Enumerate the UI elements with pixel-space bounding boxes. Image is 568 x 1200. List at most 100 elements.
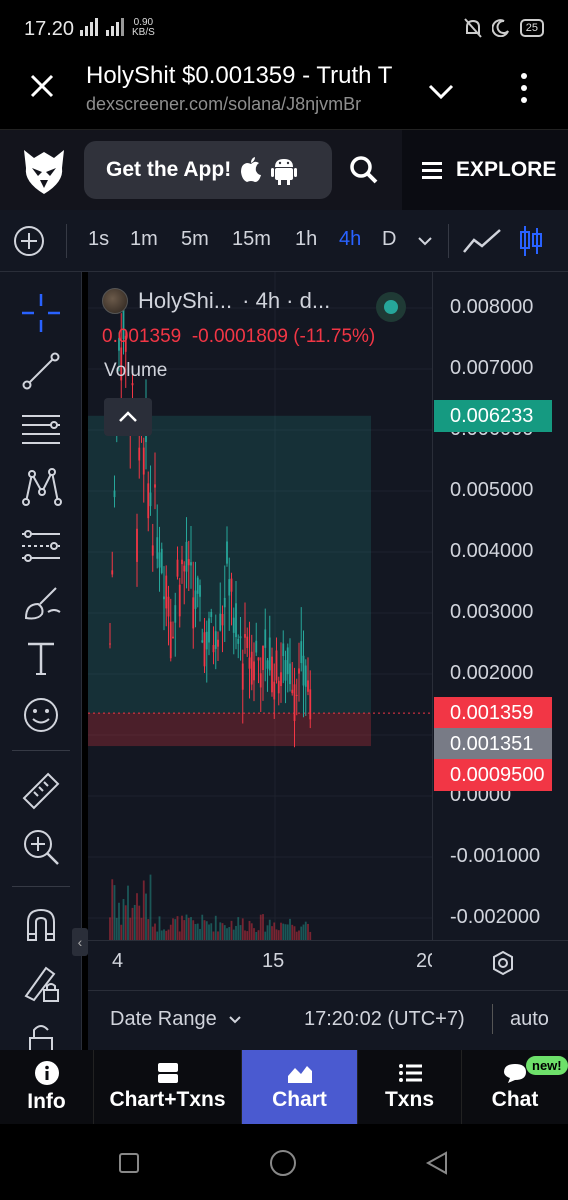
volume-bar [221,923,224,940]
forecast-icon[interactable] [20,524,62,566]
timeframe-5m[interactable]: 5m [181,228,209,251]
signal-icon [80,16,126,41]
add-symbol-icon[interactable] [12,224,46,258]
timeframe-1m[interactable]: 1m [130,228,158,251]
candle-body [250,651,253,685]
line-chart-icon[interactable] [462,226,502,256]
timeframe-1s[interactable]: 1s [88,228,109,251]
chart-clock[interactable]: 17:20:02 (UTC+7) [304,1008,465,1031]
volume-bar [163,929,165,940]
volume-bar [154,923,156,940]
chevron-down-icon[interactable] [424,74,458,108]
scroll-left-icon[interactable]: ‹ [72,928,88,956]
candle-body [194,590,197,609]
collapse-legend-icon[interactable] [104,398,152,436]
pattern-icon[interactable] [20,466,62,508]
fib-retracement-icon[interactable] [20,408,62,450]
volume-bar [176,916,179,940]
candle-body [228,579,231,596]
bottom-nav: Info Chart+Txns Chart Txns Chat [0,1050,568,1124]
more-menu-icon[interactable] [514,70,534,106]
timeframe-1h[interactable]: 1h [295,228,317,251]
search-icon[interactable] [348,154,380,186]
chart-settings-icon[interactable] [490,950,516,976]
candle-body [295,694,298,696]
volume-bar [219,922,222,940]
nav-tab-chart[interactable]: Chart [242,1050,358,1124]
page-url[interactable]: dexscreener.com/solana/J8njvmBr [86,94,396,115]
candlestick-icon[interactable] [518,224,544,258]
timeframe-dropdown-icon[interactable] [416,232,434,250]
dexscreener-logo[interactable] [20,146,68,196]
candle-body [280,672,282,687]
nav-tab-txns[interactable]: Txns [358,1050,462,1124]
zoom-in-icon[interactable] [20,826,62,868]
lock-drawing-icon[interactable] [20,962,62,1004]
volume-bar [277,930,280,940]
market-status-icon [376,292,406,322]
candle-body [158,552,161,568]
system-nav-bar [0,1124,568,1200]
timeframe-4h[interactable]: 4h [339,228,361,251]
volume-bar [257,930,260,940]
price-axis-label: 0.004000 [450,540,534,562]
trend-line-icon[interactable] [20,350,62,392]
explore-label: EXPLORE [456,158,557,181]
volume-bar [280,922,282,940]
get-app-button[interactable]: Get the App! [84,141,332,199]
candle-body [149,492,152,507]
home-icon[interactable] [268,1148,298,1178]
ruler-icon[interactable] [20,770,62,812]
chart-txns-icon [157,1063,178,1083]
android-icon [271,159,298,185]
new-badge: new! [526,1056,568,1075]
time-axis-label: 20 [416,950,432,972]
emoji-icon[interactable] [20,694,62,736]
candle-body [304,665,307,687]
price-axis-label: 0.008000 [450,296,534,318]
date-range-button[interactable]: Date Range [110,1008,242,1031]
toolbar-divider [448,224,449,258]
candle-body [219,613,222,631]
candle-body [268,637,271,671]
volume-bar [203,920,206,940]
candle-body [262,645,264,671]
explore-button[interactable]: EXPLORE [402,130,568,210]
crosshair-icon[interactable] [20,292,62,334]
volume-bar [118,902,120,940]
volume-bar [228,927,231,940]
recent-apps-icon[interactable] [118,1152,140,1174]
volume-bar [309,931,312,940]
volume-bar [131,907,134,940]
volume-bar [165,930,168,940]
volume-bar [291,924,294,940]
volume-bar [187,917,190,940]
apple-icon [241,157,262,182]
text-tool-icon[interactable] [20,638,62,680]
nav-tab-info[interactable]: Info [0,1050,94,1124]
browser-bar: HolyShit $0.001359 - Truth T dexscreener… [0,58,568,130]
candle-body [174,605,177,623]
chart-toolbar: 1s 1m 5m 15m 1h 4h D [0,210,568,272]
price-axis-label: 0.005000 [450,479,534,501]
legend-interval: · 4h · d... [242,288,331,313]
time-axis-label: 4 [112,950,124,972]
auto-scale-toggle[interactable]: auto [510,1008,549,1031]
nav-tab-chart-txns[interactable]: Chart+Txns [94,1050,242,1124]
close-icon[interactable] [28,72,56,100]
timeframe-d[interactable]: D [382,228,396,251]
candle-body [286,647,289,675]
candle-body [203,632,206,667]
volume-bar [246,931,249,940]
volume-bar [142,880,145,940]
candle-body [223,597,226,608]
volume-bar [127,885,129,940]
volume-bar [271,926,273,940]
magnet-icon[interactable] [20,904,62,946]
back-icon[interactable] [424,1150,450,1176]
timeframe-15m[interactable]: 15m [232,228,271,251]
volume-bar [295,931,298,940]
brush-icon[interactable] [20,582,62,624]
volume-bar [190,917,192,940]
volume-bar [145,893,147,940]
